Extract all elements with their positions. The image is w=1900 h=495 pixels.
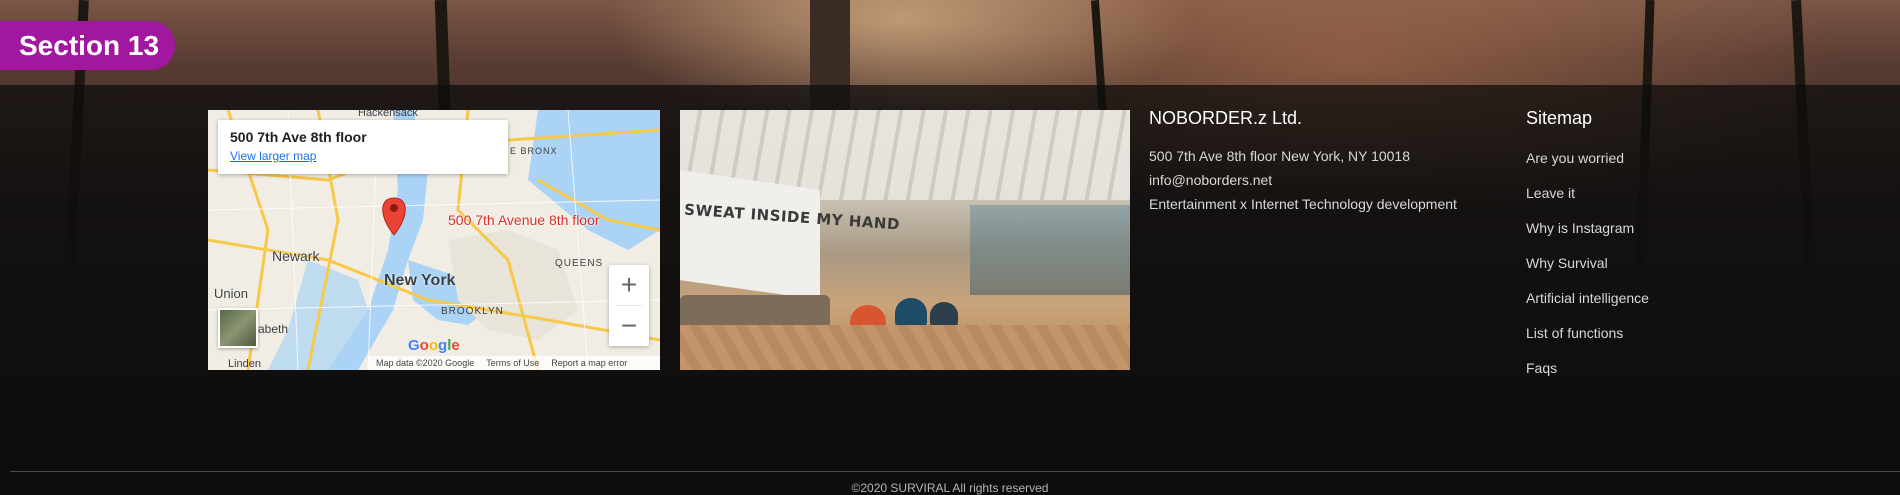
- view-larger-map-link[interactable]: View larger map: [230, 149, 496, 163]
- report-map-error-link[interactable]: Report a map error: [551, 358, 627, 368]
- satellite-toggle[interactable]: [218, 308, 258, 348]
- map-label-union: Union: [214, 286, 248, 301]
- map-label-new-york: New York: [384, 272, 456, 289]
- map-label-bronx: E BRONX: [510, 146, 558, 156]
- company-tagline: Entertainment x Internet Technology deve…: [1149, 196, 1457, 212]
- sitemap: Sitemap Are you worried Leave it Why is …: [1526, 108, 1746, 395]
- photo-wall: [680, 170, 820, 300]
- map-zoom-controls: + −: [609, 265, 649, 346]
- map-place-card: 500 7th Ave 8th floor View larger map: [218, 120, 508, 174]
- sitemap-link-list-of-functions[interactable]: List of functions: [1526, 325, 1746, 360]
- zoom-out-button[interactable]: −: [609, 306, 649, 346]
- map-label-brooklyn: BROOKLYN: [441, 306, 504, 317]
- map-place-address: 500 7th Ave 8th floor: [230, 129, 367, 145]
- google-map-embed[interactable]: Hackensack E BRONX Newark Union New York…: [208, 110, 660, 370]
- office-photo: SWEAT INSIDE MY HAND: [680, 110, 1130, 370]
- sitemap-title: Sitemap: [1526, 108, 1593, 128]
- map-label-newark: Newark: [272, 248, 320, 264]
- sitemap-link-leave-it[interactable]: Leave it: [1526, 185, 1746, 220]
- photo-floor: [680, 325, 1130, 370]
- company-info: NOBORDER.z Ltd. 500 7th Ave 8th floor Ne…: [1149, 108, 1479, 221]
- sitemap-link-are-you-worried[interactable]: Are you worried: [1526, 150, 1746, 185]
- sitemap-link-artificial-intelligence[interactable]: Artificial intelligence: [1526, 290, 1746, 325]
- photo-glass-wall: [970, 205, 1130, 295]
- zoom-in-button[interactable]: +: [609, 265, 649, 305]
- map-label-linden: Linden: [228, 358, 262, 370]
- sitemap-link-faqs[interactable]: Faqs: [1526, 360, 1746, 395]
- map-label-queens: QUEENS: [555, 258, 604, 269]
- sitemap-link-why-is-instagram[interactable]: Why is Instagram: [1526, 220, 1746, 255]
- section-badge: Section 13: [0, 21, 175, 70]
- company-name: NOBORDER.z Ltd.: [1149, 108, 1303, 128]
- google-logo: Google: [408, 337, 460, 354]
- map-attribution-bar: Map data ©2020 Google Terms of Use Repor…: [368, 356, 660, 370]
- copyright: ©2020 SURVIRAL All rights reserved: [851, 481, 1049, 495]
- sitemap-link-why-survival[interactable]: Why Survival: [1526, 255, 1746, 290]
- company-email[interactable]: info@noborders.net: [1149, 173, 1479, 187]
- map-data-attribution: Map data ©2020 Google: [376, 358, 475, 368]
- map-label-hackensack: Hackensack: [358, 110, 418, 119]
- company-address: 500 7th Ave 8th floor New York, NY 10018: [1149, 148, 1411, 164]
- footer-divider: [10, 471, 1900, 472]
- map-pin-label[interactable]: 500 7th Avenue 8th floor: [448, 212, 600, 228]
- photo-blue-chair: [895, 298, 927, 328]
- terms-of-use-link[interactable]: Terms of Use: [486, 358, 539, 368]
